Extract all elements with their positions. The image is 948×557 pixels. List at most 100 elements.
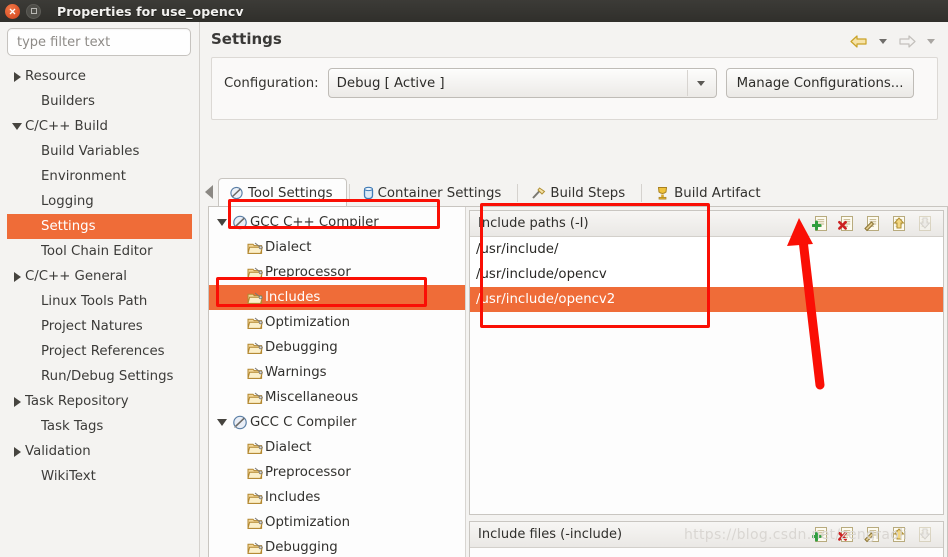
tool-tree-item-preprocessor[interactable]: Preprocessor	[209, 460, 465, 485]
include-path-row[interactable]: /usr/include/opencv	[470, 262, 943, 287]
forward-arrow-icon	[895, 30, 919, 52]
sidebar-item-label: Project Natures	[41, 319, 143, 334]
option-folder-icon	[244, 516, 265, 530]
include-path-value: /usr/include/opencv2	[476, 292, 616, 307]
tool-tree-item-optimization[interactable]: Optimization	[209, 510, 465, 535]
sidebar-item-task-tags[interactable]: Task Tags	[7, 414, 192, 439]
tool-tree-item-preprocessor[interactable]: Preprocessor	[209, 260, 465, 285]
sidebar-item-resource[interactable]: Resource	[7, 64, 192, 89]
tool-tree-item-debugging[interactable]: Debugging	[209, 535, 465, 557]
tab-label: Container Settings	[377, 185, 502, 201]
sidebar-item-settings[interactable]: Settings	[7, 214, 192, 239]
sidebar-item-logging[interactable]: Logging	[7, 189, 192, 214]
tool-tree-item-gcc-c-compiler[interactable]: GCC C Compiler	[209, 410, 465, 435]
compiler-icon	[229, 215, 250, 230]
chevron-down-icon[interactable]	[686, 70, 715, 96]
tool-tree-item-miscellaneous[interactable]: Miscellaneous	[209, 385, 465, 410]
tab-tool-settings[interactable]: Tool Settings	[218, 178, 347, 207]
sidebar-item-project-references[interactable]: Project References	[7, 339, 192, 364]
sidebar-item-run-debug-settings[interactable]: Run/Debug Settings	[7, 364, 192, 389]
delete-icon[interactable]	[837, 525, 857, 545]
tool-tree-item-label: GCC C Compiler	[250, 415, 357, 430]
move-up-icon[interactable]	[889, 214, 909, 234]
sidebar-item-c-c-build[interactable]: C/C++ Build	[7, 114, 192, 139]
configuration-select[interactable]: Debug [ Active ]	[327, 68, 717, 98]
tab-build-artifact[interactable]: Build Artifact	[644, 178, 774, 207]
window-close-icon[interactable]	[5, 3, 20, 19]
option-folder-icon	[244, 491, 265, 505]
delete-icon[interactable]	[837, 214, 857, 234]
tool-tree-item-dialect[interactable]: Dialect	[209, 235, 465, 260]
manage-configurations-button[interactable]: Manage Configurations...	[725, 68, 915, 98]
twisty-expanded-icon[interactable]	[214, 218, 229, 227]
window-titlebar: Properties for use_opencv	[0, 0, 948, 22]
tab-separator	[517, 184, 519, 202]
include-paths-list[interactable]: /usr/include/ /usr/include/opencv/usr/inc…	[470, 237, 943, 312]
sidebar-item-label: C/C++ General	[25, 269, 127, 284]
sidebar-item-build-variables[interactable]: Build Variables	[7, 139, 192, 164]
tool-tree-item-label: Debugging	[265, 340, 338, 355]
forward-dropdown-icon[interactable]	[927, 38, 935, 44]
sidebar-item-label: Builders	[41, 94, 95, 109]
tab-strip: Tool Settings Container Settings Build Ste…	[200, 177, 948, 207]
tab-container-settings[interactable]: Container Settings	[352, 178, 516, 207]
twisty-collapsed-icon[interactable]	[9, 71, 25, 82]
sidebar-item-wikitext[interactable]: WikiText	[7, 464, 192, 489]
add-icon[interactable]	[811, 525, 831, 545]
tool-tree-item-optimization[interactable]: Optimization	[209, 310, 465, 335]
sidebar-item-environment[interactable]: Environment	[7, 164, 192, 189]
twisty-expanded-icon[interactable]	[9, 122, 25, 131]
configuration-value: Debug [ Active ]	[336, 75, 445, 91]
tool-options-tree[interactable]: GCC C++ Compiler Dialect Preprocessor Inclu…	[209, 207, 466, 557]
move-up-icon[interactable]	[889, 525, 909, 545]
window-maximize-icon[interactable]	[26, 3, 41, 19]
sidebar-item-label: C/C++ Build	[25, 119, 108, 134]
sidebar-item-validation[interactable]: Validation	[7, 439, 192, 464]
filter-input[interactable]	[7, 28, 191, 56]
tool-tree-item-label: Preprocessor	[265, 465, 351, 480]
configuration-group: Configuration: Debug [ Active ] Manage C…	[211, 57, 938, 120]
sidebar-item-label: Environment	[41, 169, 126, 184]
edit-icon[interactable]	[863, 525, 883, 545]
tabs-scroll-left-button[interactable]	[200, 177, 218, 207]
tool-tree-item-includes[interactable]: Includes	[209, 485, 465, 510]
tool-tree-item-includes[interactable]: Includes	[209, 285, 465, 310]
tool-tree-item-dialect[interactable]: Dialect	[209, 435, 465, 460]
twisty-expanded-icon[interactable]	[214, 418, 229, 427]
sidebar-item-label: Task Repository	[25, 394, 129, 409]
tab-build-steps[interactable]: Build Steps	[520, 178, 639, 207]
include-path-value: /usr/include/opencv	[476, 267, 607, 282]
container-settings-icon	[363, 186, 374, 200]
sidebar-item-builders[interactable]: Builders	[7, 89, 192, 114]
compiler-icon	[229, 415, 250, 430]
twisty-collapsed-icon[interactable]	[9, 271, 25, 282]
build-artifact-icon	[655, 186, 670, 200]
include-files-toolbar	[811, 525, 939, 545]
sidebar-item-label: WikiText	[41, 469, 96, 484]
tool-tree-item-label: Dialect	[265, 440, 312, 455]
tool-tree-item-label: GCC C++ Compiler	[250, 215, 379, 230]
page-title: Settings	[211, 30, 282, 48]
option-folder-icon	[244, 391, 265, 405]
back-arrow-icon[interactable]	[847, 30, 871, 52]
twisty-collapsed-icon[interactable]	[9, 396, 25, 407]
edit-icon[interactable]	[863, 214, 883, 234]
twisty-collapsed-icon[interactable]	[9, 446, 25, 457]
configuration-label: Configuration:	[224, 75, 319, 91]
include-path-row[interactable]: /usr/include/	[470, 237, 943, 262]
build-steps-icon	[531, 186, 546, 200]
sidebar-tree[interactable]: Resource Builders C/C++ Build Build Variabl…	[7, 64, 192, 489]
sidebar-item-tool-chain-editor[interactable]: Tool Chain Editor	[7, 239, 192, 264]
tool-tree-item-debugging[interactable]: Debugging	[209, 335, 465, 360]
sidebar-item-task-repository[interactable]: Task Repository	[7, 389, 192, 414]
include-path-row[interactable]: /usr/include/opencv2	[470, 287, 943, 312]
back-dropdown-icon[interactable]	[879, 38, 887, 44]
sidebar-item-project-natures[interactable]: Project Natures	[7, 314, 192, 339]
sidebar-item-label: Run/Debug Settings	[41, 369, 174, 384]
tool-tree-item-warnings[interactable]: Warnings	[209, 360, 465, 385]
history-navigation	[847, 30, 940, 52]
sidebar-item-c-c-general[interactable]: C/C++ General	[7, 264, 192, 289]
add-icon[interactable]	[811, 214, 831, 234]
sidebar-item-linux-tools-path[interactable]: Linux Tools Path	[7, 289, 192, 314]
tool-tree-item-gcc-c++-compiler[interactable]: GCC C++ Compiler	[209, 210, 465, 235]
